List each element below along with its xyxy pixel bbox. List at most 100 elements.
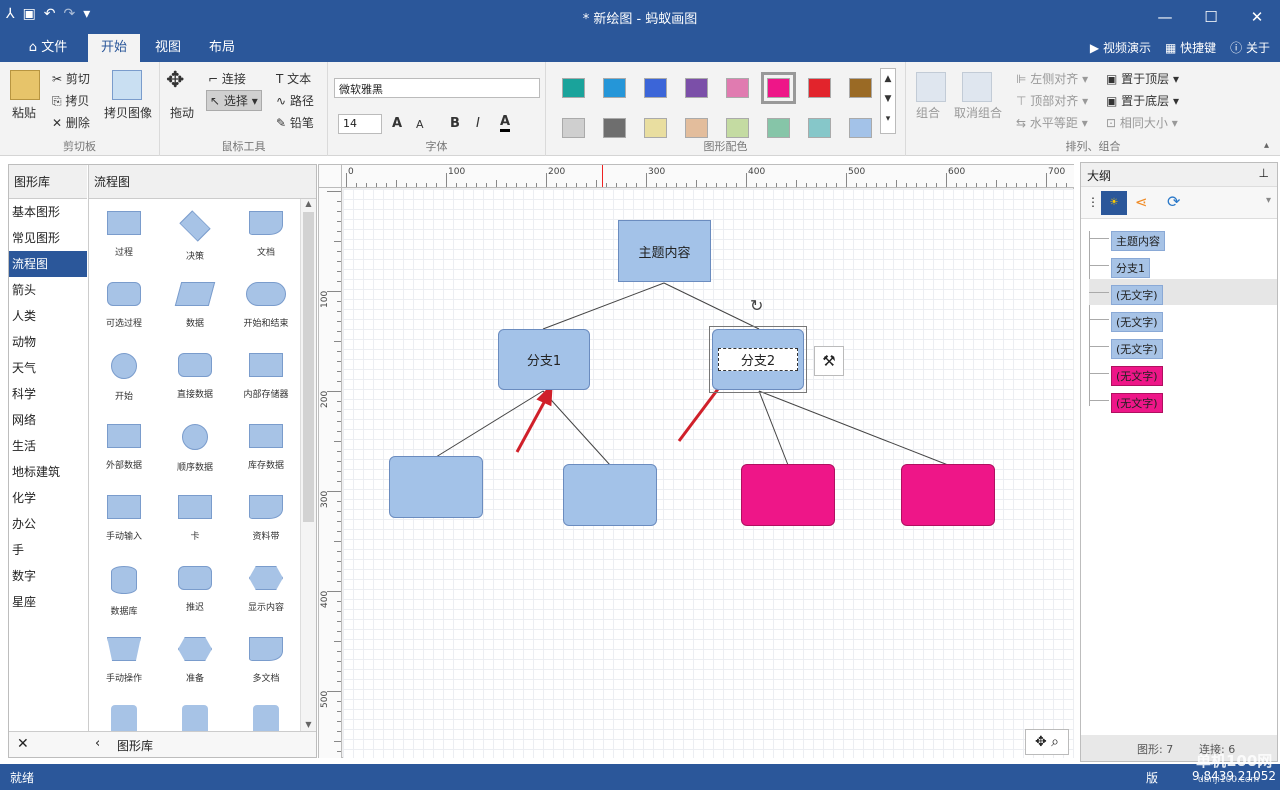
shape-item[interactable]: 推迟 — [160, 566, 230, 613]
paste-button[interactable]: 粘贴 — [12, 104, 36, 121]
maximize-button[interactable]: ☐ — [1188, 0, 1234, 34]
color-swatch[interactable] — [685, 78, 708, 98]
grow-font-button[interactable]: A — [392, 116, 402, 131]
shape-item[interactable]: 卡 — [160, 495, 230, 542]
color-swatch[interactable] — [761, 72, 796, 104]
copy-image-button[interactable]: 拷贝图像 — [104, 104, 152, 121]
category-item[interactable]: 基本图形 — [9, 199, 87, 225]
library-footer-label[interactable]: 图形库 — [117, 737, 153, 754]
category-item[interactable]: 箭头 — [9, 277, 87, 303]
pencil-button[interactable]: ✎ 铅笔 — [276, 114, 314, 131]
color-swatch[interactable] — [603, 78, 626, 98]
auto-layout-icon[interactable]: ☀ — [1101, 191, 1127, 215]
send-to-back-button[interactable]: ▣ 置于底层 ▾ — [1106, 92, 1179, 109]
outline-item[interactable]: 分支1 — [1111, 258, 1150, 278]
color-swatch[interactable] — [562, 78, 585, 98]
shape-item[interactable]: 数据 — [160, 282, 230, 329]
shape-item[interactable]: 外部数据 — [89, 424, 159, 471]
outline-item[interactable]: 主题内容 — [1111, 231, 1165, 251]
ungroup-button[interactable]: 取消组合 — [954, 104, 1002, 121]
italic-button[interactable]: I — [476, 116, 480, 131]
category-item[interactable]: 化学 — [9, 485, 87, 511]
video-demo-link[interactable]: ▶ 视频演示 — [1090, 39, 1151, 56]
shape-item[interactable]: 手动输入 — [89, 495, 159, 542]
align-left-button[interactable]: ⊫ 左侧对齐 ▾ — [1016, 70, 1088, 87]
shape-item[interactable]: 资料带 — [231, 495, 300, 542]
font-size-select[interactable]: 14 — [338, 114, 382, 134]
dropdown-icon[interactable]: ▾ — [1266, 195, 1271, 206]
rotate-icon[interactable]: ↻ — [750, 296, 763, 315]
category-item[interactable]: 生活 — [9, 433, 87, 459]
pan-zoom-control[interactable]: ✥ ⌕ — [1025, 729, 1069, 755]
drag-button[interactable]: 拖动 — [170, 104, 194, 121]
category-item[interactable]: 常见图形 — [9, 225, 87, 251]
connector[interactable] — [758, 390, 949, 466]
align-top-button[interactable]: ⊤ 顶部对齐 ▾ — [1016, 92, 1088, 109]
color-swatch[interactable] — [685, 118, 708, 138]
move-icon[interactable]: ✥ — [1035, 734, 1047, 750]
tab-layout[interactable]: 布局 — [196, 34, 248, 62]
color-swatch[interactable] — [562, 118, 585, 138]
scroll-up-icon[interactable]: ▲ — [301, 199, 316, 208]
child-node[interactable] — [389, 456, 483, 518]
delete-button[interactable]: ✕ 删除 — [52, 114, 90, 131]
shortcut-link[interactable]: ▦ 快捷键 — [1165, 39, 1216, 56]
outline-item[interactable]: (无文字) — [1111, 312, 1163, 332]
color-swatch[interactable] — [808, 78, 831, 98]
shape-item[interactable]: 手动操作 — [89, 637, 159, 684]
category-item[interactable]: 地标建筑 — [9, 459, 87, 485]
about-link[interactable]: ⓘ 关于 — [1230, 39, 1270, 56]
shape-item[interactable]: 文档 — [231, 211, 300, 258]
connector[interactable] — [542, 282, 665, 330]
branch2-node[interactable]: 分支2 — [712, 329, 804, 390]
group-button[interactable]: 组合 — [916, 104, 940, 121]
connector[interactable] — [663, 282, 760, 330]
close-library-icon[interactable]: ✕ — [17, 736, 29, 752]
category-item[interactable]: 办公 — [9, 511, 87, 537]
minimize-button[interactable]: — — [1142, 0, 1188, 34]
share-icon[interactable]: ⋖ — [1135, 193, 1148, 211]
bold-button[interactable]: B — [450, 116, 460, 131]
copy-button[interactable]: ⎘ 拷贝 — [52, 92, 89, 109]
select-button[interactable]: ↖ 选择 ▾ — [206, 90, 262, 111]
outline-item[interactable]: (无文字) — [1111, 393, 1163, 413]
outline-item[interactable]: (无文字) — [1111, 366, 1163, 386]
color-swatch[interactable] — [726, 118, 749, 138]
branch1-node[interactable]: 分支1 — [498, 329, 590, 390]
collapse-ribbon-icon[interactable]: ▴ — [1264, 140, 1269, 151]
color-swatch[interactable] — [849, 118, 872, 138]
palette-scroll[interactable]: ▲ ▼ ▾ — [880, 68, 896, 134]
path-button[interactable]: ∿ 路径 — [276, 92, 314, 109]
color-swatch[interactable] — [603, 118, 626, 138]
shape-item[interactable]: 开始和结束 — [231, 282, 300, 329]
tab-view[interactable]: 视图 — [144, 34, 192, 62]
h-distribute-button[interactable]: ⇆ 水平等距 ▾ — [1016, 114, 1088, 131]
pin-icon[interactable]: ⊥ — [1259, 166, 1269, 180]
zoom-icon[interactable]: ⌕ — [1051, 734, 1059, 750]
branch2-text-editor[interactable]: 分支2 — [717, 348, 799, 371]
category-item[interactable]: 数字 — [9, 563, 87, 589]
color-swatch[interactable] — [849, 78, 872, 98]
category-item[interactable]: 星座 — [9, 589, 87, 615]
library-scrollbar[interactable]: ▲ ▼ — [300, 199, 316, 731]
shape-preview-icon[interactable] — [182, 705, 208, 731]
close-button[interactable]: ✕ — [1234, 0, 1280, 34]
bring-to-front-button[interactable]: ▣ 置于顶层 ▾ — [1106, 70, 1179, 87]
shrink-font-button[interactable]: A — [416, 118, 424, 131]
shape-item[interactable]: 开始 — [89, 353, 159, 402]
tab-home[interactable]: 开始 — [88, 34, 140, 62]
category-item[interactable]: 手 — [9, 537, 87, 563]
color-swatch[interactable] — [726, 78, 749, 98]
more-icon[interactable]: ⋮ — [1087, 195, 1099, 209]
scroll-thumb[interactable] — [303, 212, 314, 522]
outline-item[interactable]: (无文字) — [1111, 285, 1163, 305]
child-node[interactable] — [563, 464, 657, 526]
wrench-icon[interactable]: ⚒ — [814, 346, 844, 376]
back-icon[interactable]: ‹ — [95, 736, 100, 751]
category-item[interactable]: 流程图 — [9, 251, 87, 277]
shape-preview-icon[interactable] — [111, 705, 137, 731]
category-item[interactable]: 网络 — [9, 407, 87, 433]
connect-button[interactable]: ⌐ 连接 — [208, 70, 246, 87]
same-size-button[interactable]: ⊡ 相同大小 ▾ — [1106, 114, 1178, 131]
text-button[interactable]: T 文本 — [276, 70, 311, 87]
